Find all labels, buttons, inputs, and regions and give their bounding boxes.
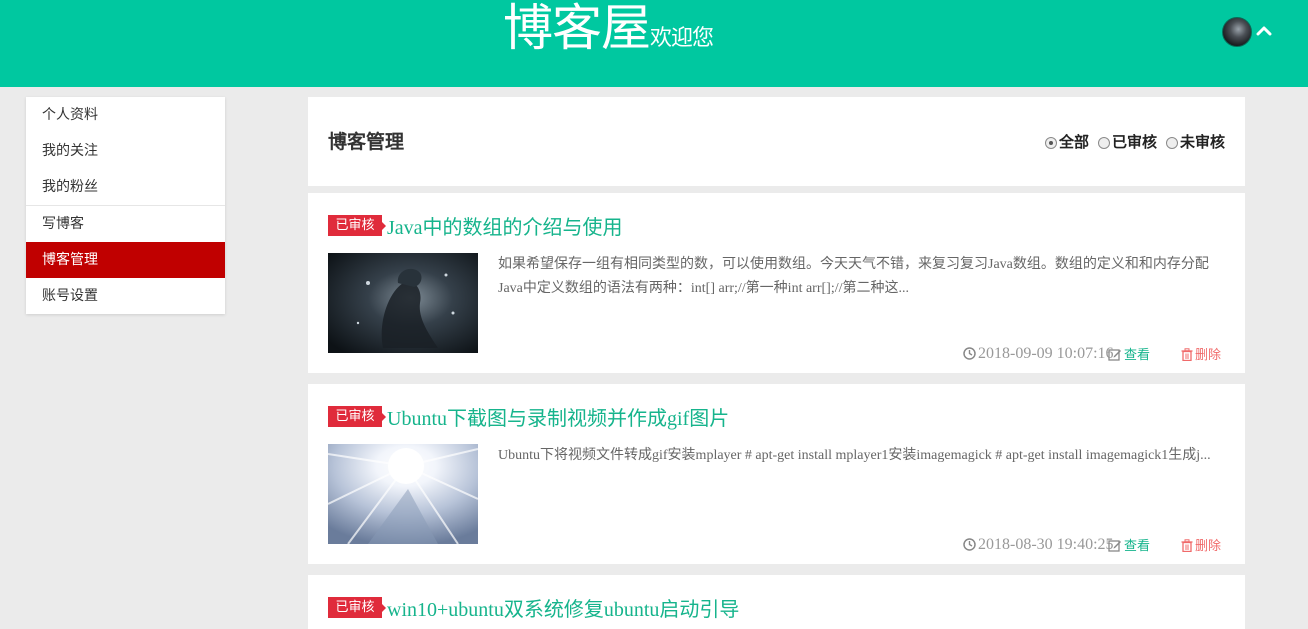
post-thumbnail[interactable]	[328, 253, 478, 353]
blog-post-card: 已审核 Ubuntu下截图与录制视频并作成gif图片 Ubuntu下将视频文件转…	[308, 384, 1245, 564]
sidebar-item-blog-management[interactable]: 博客管理	[26, 242, 225, 278]
status-badge: 已审核	[328, 597, 386, 618]
sidebar-item-followers[interactable]: 我的粉丝	[26, 169, 225, 205]
brand-welcome: 欢迎您	[650, 26, 714, 51]
clock-icon	[963, 538, 976, 551]
view-label: 查看	[1124, 539, 1151, 554]
filter-pending-label: 未审核	[1179, 133, 1225, 151]
edit-icon	[1108, 540, 1121, 552]
light-burst-image	[328, 444, 478, 544]
post-excerpt: 如果希望保存一组有相同类型的数，可以使用数组。今天天气不错，来复习复习Java数…	[498, 257, 1209, 296]
view-button[interactable]: 查看	[1108, 535, 1150, 554]
filter-pending[interactable]: 未审核	[1165, 131, 1225, 152]
filter-all-label: 全部	[1058, 133, 1089, 151]
blog-post-card: 已审核 Java中的数组的介绍与使用 如果希望保存一组有相同类型的数，可以使用数…	[308, 193, 1245, 373]
page-title: 博客管理	[328, 131, 405, 153]
sidebar-item-write-blog[interactable]: 写博客	[26, 206, 225, 242]
delete-button[interactable]: 删除	[1181, 535, 1221, 554]
radio-pending[interactable]	[1165, 136, 1178, 149]
status-badge: 已审核	[328, 406, 386, 427]
clock-icon	[963, 347, 976, 360]
radio-all[interactable]	[1044, 136, 1057, 149]
post-title-link[interactable]: Java中的数组的介绍与使用	[387, 211, 623, 240]
chevron-up-icon[interactable]	[1255, 22, 1273, 40]
view-button[interactable]: 查看	[1108, 344, 1150, 363]
sidebar-item-account-settings[interactable]: 账号设置	[26, 278, 225, 314]
sidebar-item-following[interactable]: 我的关注	[26, 133, 225, 169]
post-title-link[interactable]: Ubuntu下截图与录制视频并作成gif图片	[387, 402, 729, 431]
post-date-text: 2018-09-09 10:07:16	[978, 345, 1114, 362]
management-header-card: 博客管理 全部 已审核 未审核	[308, 97, 1245, 186]
filter-approved-label: 已审核	[1111, 133, 1157, 151]
radio-approved[interactable]	[1097, 136, 1110, 149]
post-excerpt: Ubuntu下将视频文件转成gif安装mplayer # apt-get ins…	[498, 448, 1211, 463]
status-filter-group: 全部 已审核 未审核	[1044, 131, 1225, 152]
post-title-link[interactable]: win10+ubuntu双系统修复ubuntu启动引导	[387, 593, 739, 622]
top-header: 博客屋欢迎您	[0, 0, 1308, 87]
trash-icon	[1181, 539, 1193, 552]
trash-icon	[1181, 348, 1193, 361]
edit-icon	[1108, 349, 1121, 361]
delete-label: 删除	[1195, 539, 1222, 554]
sidebar-menu: 个人资料 我的关注 我的粉丝 写博客 博客管理 账号设置	[26, 97, 225, 314]
blog-post-card: 已审核 win10+ubuntu双系统修复ubuntu启动引导	[308, 575, 1245, 629]
filter-all[interactable]: 全部	[1044, 131, 1089, 152]
avatar[interactable]	[1222, 17, 1252, 47]
brand-name: 博客屋	[503, 0, 651, 57]
dark-creature-image	[328, 253, 478, 353]
filter-approved[interactable]: 已审核	[1097, 131, 1157, 152]
status-badge: 已审核	[328, 215, 386, 236]
post-date: 2018-09-09 10:07:16	[963, 345, 1114, 363]
delete-button[interactable]: 删除	[1181, 344, 1221, 363]
delete-label: 删除	[1195, 348, 1222, 363]
view-label: 查看	[1124, 348, 1151, 363]
post-date-text: 2018-08-30 19:40:25	[978, 536, 1114, 553]
post-date: 2018-08-30 19:40:25	[963, 536, 1114, 554]
sidebar-item-profile[interactable]: 个人资料	[26, 97, 225, 133]
site-brand[interactable]: 博客屋欢迎您	[503, 0, 714, 60]
post-thumbnail[interactable]	[328, 444, 478, 544]
